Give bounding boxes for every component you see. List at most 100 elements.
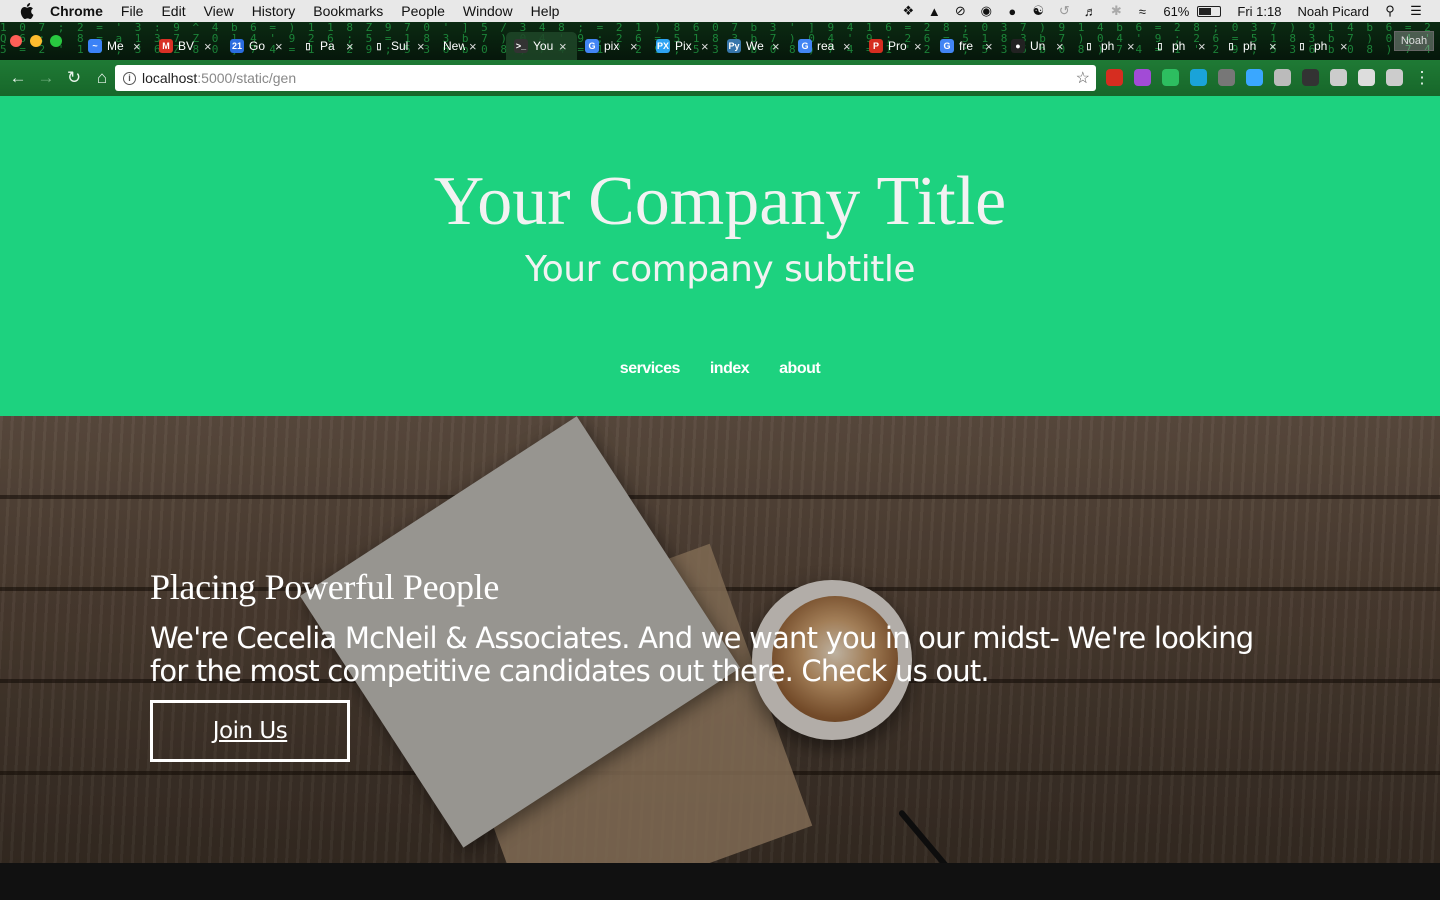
home-button[interactable]: ⌂: [88, 64, 116, 92]
tab-close-icon[interactable]: ×: [1340, 39, 1348, 54]
wifi-icon[interactable]: ≈: [1134, 4, 1150, 19]
url-path: :5000/static/gen: [197, 70, 297, 86]
join-us-button[interactable]: Join Us: [150, 700, 350, 762]
battery-icon[interactable]: [1197, 5, 1222, 17]
tab-close-icon[interactable]: ×: [204, 39, 212, 54]
site-info-icon[interactable]: i: [123, 71, 136, 85]
eye-icon[interactable]: [1190, 69, 1207, 86]
browser-tab[interactable]: ▯ ph ×: [1287, 32, 1358, 60]
github-icon: ●: [1011, 39, 1025, 53]
browser-tab[interactable]: ▯ ph ×: [1216, 32, 1287, 60]
tab-close-icon[interactable]: ×: [1127, 39, 1135, 54]
tab-close-icon[interactable]: ×: [1198, 39, 1206, 54]
browser-tab[interactable]: P Pro ×: [861, 32, 932, 60]
tab-title: Me: [107, 39, 124, 53]
browser-tab[interactable]: M BV ×: [151, 32, 222, 60]
browser-tab[interactable]: Gfre ×: [932, 32, 1003, 60]
time-machine-icon[interactable]: ↺: [1056, 3, 1072, 18]
browser-tab[interactable]: Py We ×: [719, 32, 790, 60]
volume-icon[interactable]: ♬: [1082, 4, 1098, 19]
tab-close-icon[interactable]: ×: [1056, 39, 1064, 54]
n-icon[interactable]: [1386, 69, 1403, 86]
tab-close-icon[interactable]: ×: [843, 39, 851, 54]
color-wheel-icon[interactable]: [1134, 69, 1151, 86]
tab-strip: 1 0 7 ; 2 = ' 3 : 9 ^ 4 b 6 = ) 1 1 8 Z …: [0, 22, 1440, 60]
blocked-icon[interactable]: ⊘: [952, 3, 968, 18]
menu-help[interactable]: Help: [531, 3, 560, 19]
dropbox-icon[interactable]: ❖: [900, 3, 916, 18]
tab-close-icon[interactable]: ×: [346, 39, 354, 54]
menu-window[interactable]: Window: [463, 3, 513, 19]
apple-logo-icon[interactable]: [20, 3, 34, 19]
bookmark-star-icon[interactable]: ☆: [1076, 68, 1090, 88]
drive-icon[interactable]: [1358, 69, 1375, 86]
tab-close-icon[interactable]: ×: [701, 39, 709, 54]
r-icon[interactable]: [1330, 69, 1347, 86]
crx-icon[interactable]: [1274, 69, 1291, 86]
user-name[interactable]: Noah Picard: [1297, 4, 1369, 19]
forward-button[interactable]: →: [32, 64, 60, 92]
incognito-icon[interactable]: [1218, 69, 1235, 86]
window-close-button[interactable]: [10, 35, 22, 47]
nav-link-services[interactable]: services: [620, 360, 681, 378]
browser-tab[interactable]: >_ You ×: [506, 32, 577, 60]
back-button[interactable]: ←: [4, 64, 32, 92]
browser-tab[interactable]: Gpix ×: [577, 32, 648, 60]
chrome-menu-icon[interactable]: ⋮: [1408, 64, 1436, 92]
diamond-icon[interactable]: [1246, 69, 1263, 86]
menu-edit[interactable]: Edit: [161, 3, 185, 19]
browser-tab[interactable]: ▯ Sul ×: [364, 32, 435, 60]
url-host: localhost: [142, 70, 198, 86]
clock[interactable]: Fri 1:18: [1237, 4, 1281, 19]
opera-icon[interactable]: [1106, 69, 1123, 86]
browser-tab[interactable]: ▯ Pa ×: [293, 32, 364, 60]
address-bar[interactable]: i localhost:5000/static/gen ☆: [115, 65, 1096, 91]
menu-bookmarks[interactable]: Bookmarks: [313, 3, 383, 19]
bluetooth-icon[interactable]: ✱: [1108, 3, 1124, 18]
tab-close-icon[interactable]: ×: [1269, 39, 1277, 54]
terminal-icon: >_: [514, 39, 528, 53]
browser-tab[interactable]: ~ Me ×: [80, 32, 151, 60]
tab-close-icon[interactable]: ×: [985, 39, 993, 54]
evernote-icon[interactable]: [1162, 69, 1179, 86]
calendar-icon: 21: [230, 39, 244, 53]
browser-tab[interactable]: PX Pix ×: [648, 32, 719, 60]
menu-app-name[interactable]: Chrome: [50, 3, 103, 19]
browser-tab[interactable]: New T ×: [435, 32, 506, 60]
menu-view[interactable]: View: [204, 3, 234, 19]
browser-tab[interactable]: ● Un ×: [1003, 32, 1074, 60]
notification-center-icon[interactable]: ☰: [1408, 3, 1424, 18]
creative-cloud-icon[interactable]: ◉: [978, 3, 994, 18]
site-nav: services index about: [0, 360, 1440, 378]
tab-close-icon[interactable]: ×: [559, 39, 567, 54]
tab-close-icon[interactable]: ×: [914, 39, 922, 54]
tab-close-icon[interactable]: ×: [275, 39, 283, 54]
browser-tab[interactable]: ▯ ph ×: [1145, 32, 1216, 60]
tab-close-icon[interactable]: ×: [133, 39, 141, 54]
accessibility-icon[interactable]: ☯: [1030, 3, 1046, 18]
reload-button[interactable]: ↻: [60, 64, 88, 92]
menu-people[interactable]: People: [401, 3, 445, 19]
screen-icon[interactable]: [1302, 69, 1319, 86]
menu-file[interactable]: File: [121, 3, 144, 19]
menu-history[interactable]: History: [252, 3, 296, 19]
document-icon: ▯: [1228, 40, 1234, 51]
tab-close-icon[interactable]: ×: [630, 39, 638, 54]
nav-link-index[interactable]: index: [710, 360, 750, 378]
nav-link-about[interactable]: about: [779, 360, 821, 378]
tab-close-icon[interactable]: ×: [772, 39, 780, 54]
tab-close-icon[interactable]: ×: [417, 39, 425, 54]
tab-list: ~Me×MBV×21Go×▯Pa×▯Sul×New T×>_You×Gpix×P…: [80, 32, 1358, 60]
browser-tab[interactable]: ▯ ph ×: [1074, 32, 1145, 60]
tab-close-icon[interactable]: ×: [469, 39, 477, 54]
spotlight-search-icon[interactable]: ⚲: [1382, 3, 1398, 18]
browser-tab[interactable]: 21 Go ×: [222, 32, 293, 60]
document-icon: ▯: [1086, 40, 1092, 51]
window-minimize-button[interactable]: [30, 35, 42, 47]
tab-title: Un: [1030, 39, 1046, 53]
window-zoom-button[interactable]: [50, 35, 62, 47]
drive-icon[interactable]: ▲: [926, 4, 942, 19]
browser-tab[interactable]: Grea ×: [790, 32, 861, 60]
profile-button[interactable]: Noah: [1394, 31, 1434, 51]
chat-icon[interactable]: ●: [1004, 4, 1020, 19]
